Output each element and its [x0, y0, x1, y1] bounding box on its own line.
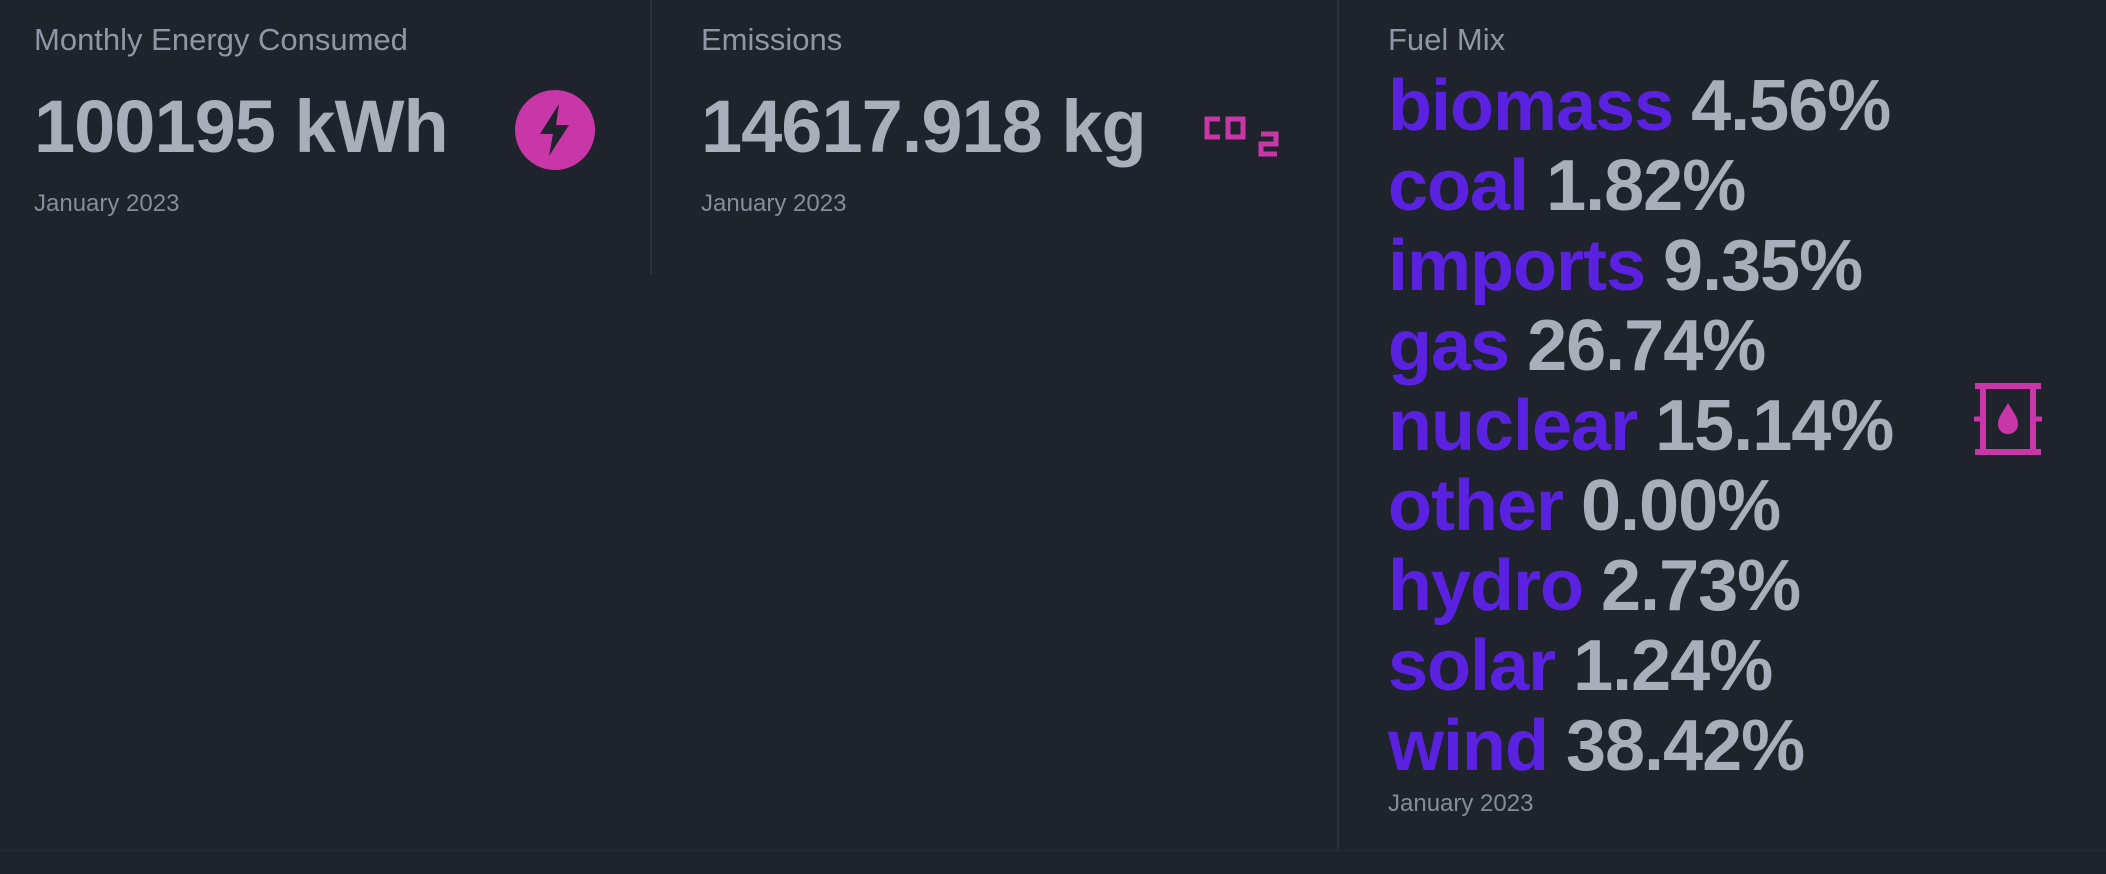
fuel-name: other: [1388, 466, 1564, 546]
emissions-stat: Emissions 14617.918 kg January 2023: [652, 0, 1338, 274]
fuel-percent: 4.56%: [1691, 66, 1891, 146]
fuel-item-imports: imports 9.35%: [1388, 226, 1893, 306]
fuel-name: hydro: [1388, 546, 1584, 626]
fuel-item-solar: solar 1.24%: [1388, 626, 1893, 706]
emissions-stat-title: Emissions: [701, 22, 843, 57]
fuel-mix-title: Fuel Mix: [1388, 22, 1506, 57]
fuel-percent: 38.42%: [1565, 706, 1805, 786]
fuel-name: solar: [1388, 626, 1556, 706]
fuel-name: nuclear: [1388, 386, 1638, 466]
energy-stat-value: 100195 kWh: [34, 85, 449, 168]
fuel-percent: 26.74%: [1527, 306, 1766, 386]
fuel-name: biomass: [1388, 66, 1674, 146]
fuel-percent: 0.00%: [1581, 466, 1781, 546]
emissions-stat-date: January 2023: [701, 190, 847, 217]
co2-icon: [1204, 116, 1279, 157]
fuel-mix-date: January 2023: [1388, 790, 1534, 817]
fuel-item-wind: wind 38.42%: [1388, 706, 1893, 786]
fuel-name: wind: [1388, 706, 1549, 786]
fuel-mix-list: biomass 4.56% coal 1.82% imports 9.35% gas 2…: [1388, 66, 1894, 786]
fuel-item-gas: gas 26.74%: [1388, 306, 1893, 386]
fuel-percent: 1.24%: [1573, 626, 1773, 706]
fuel-name: imports: [1388, 226, 1646, 306]
energy-stat-date: January 2023: [34, 190, 180, 217]
fuel-percent: 1.82%: [1546, 146, 1746, 226]
fuel-name: gas: [1388, 306, 1510, 386]
fuel-item-coal: coal 1.82%: [1388, 146, 1893, 226]
fuel-percent: 15.14%: [1655, 386, 1894, 466]
fuel-item-nuclear: nuclear 15.14%: [1388, 386, 1894, 466]
fuel-item-biomass: biomass 4.56%: [1388, 66, 1893, 146]
fuel-item-other: other 0.00%: [1388, 466, 1893, 546]
fuel-percent: 2.73%: [1601, 546, 1801, 626]
energy-stat-title: Monthly Energy Consumed: [34, 22, 408, 57]
fuel-mix-stat: Fuel Mix biomass 4.56% coal 1.82% imports 9…: [1337, 0, 2106, 850]
fuel-percent: 9.35%: [1663, 226, 1863, 306]
stats-panel: Monthly Energy Consumed 100195 kWh Janua…: [0, 0, 2106, 851]
emissions-stat-value: 14617.918 kg: [701, 85, 1147, 168]
bolt-icon: [515, 90, 595, 170]
fuel-name: coal: [1388, 146, 1529, 226]
fuel-item-hydro: hydro 2.73%: [1388, 546, 1893, 626]
oil-barrel-icon: [1974, 383, 2042, 455]
energy-stat: Monthly Energy Consumed 100195 kWh Janua…: [0, 0, 652, 274]
